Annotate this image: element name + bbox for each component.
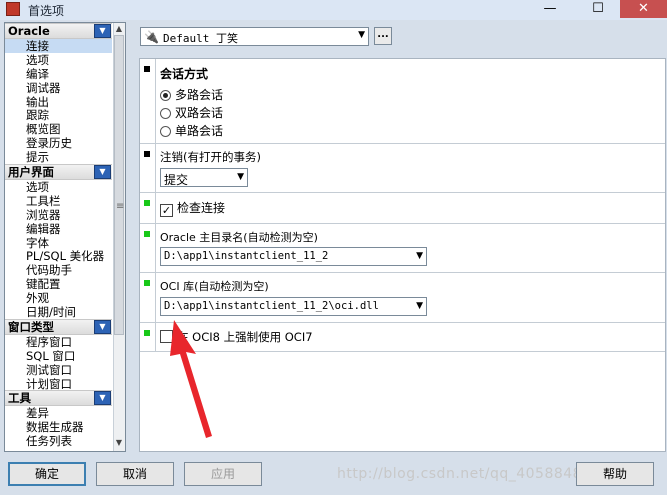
annotation-arrow-icon	[170, 320, 212, 438]
category-list: Oracle ▼ 连接 选项 编译 调试器 输出 跟踪 概览图 登录历史 提示 用户界面 ▼ 选项 工具栏浏…	[5, 23, 112, 448]
nav-item[interactable]: 字体	[5, 236, 112, 250]
chevron-down-icon: ▼	[416, 301, 423, 311]
nav-item[interactable]: 测试窗口	[5, 363, 112, 377]
radio-icon	[160, 108, 171, 119]
chevron-down-icon[interactable]: ▼	[94, 165, 111, 180]
category-nav: Oracle ▼ 连接 选项 编译 调试器 输出 跟踪 概览图 登录历史 提示 用户界面 ▼ 选项 工具栏浏…	[4, 22, 126, 452]
nav-item[interactable]: 输出	[5, 95, 112, 109]
chevron-down-icon[interactable]: ▼	[94, 24, 111, 38]
nav-item[interactable]: 选项	[5, 53, 112, 67]
nav-group-header[interactable]: Oracle ▼	[5, 23, 112, 39]
section-divider	[155, 193, 156, 223]
nav-item[interactable]: 数据生成器	[5, 420, 112, 434]
chevron-down-icon: ▼	[237, 172, 244, 182]
nav-item[interactable]: 概览图	[5, 122, 112, 136]
radio-single-session[interactable]: 单路会话	[160, 123, 223, 139]
title-bar: 首选项 — ☐ ✕	[0, 0, 667, 20]
nav-item[interactable]: 连接	[5, 39, 112, 53]
logoff-value: 提交	[164, 173, 189, 187]
nav-item[interactable]: 任务列表	[5, 434, 112, 448]
changed-marker-icon	[144, 200, 150, 206]
nav-item[interactable]: 差异	[5, 406, 112, 421]
section-divider	[155, 323, 156, 351]
radio-dual-session[interactable]: 双路会话	[160, 105, 223, 121]
nav-item[interactable]: 键配置	[5, 277, 112, 291]
session-mode-section: 会话方式 多路会话 双路会话 单路会话	[140, 59, 665, 144]
nav-group-label: Oracle	[8, 24, 50, 38]
nav-item[interactable]: 日期/时间	[5, 305, 112, 319]
connection-select[interactable]: 🔌 Default 丁笑 ▼	[140, 27, 369, 46]
oracle-home-section: Oracle 主目录名(自动检测为空) D:\app1\instantclien…	[140, 224, 665, 273]
logoff-select[interactable]: 提交 ▼	[160, 168, 248, 187]
ok-button[interactable]: 确定	[8, 462, 86, 486]
nav-item[interactable]: 外观	[5, 291, 112, 305]
scroll-down-icon[interactable]: ▼	[113, 437, 125, 449]
minimize-button[interactable]: —	[528, 0, 572, 18]
section-divider	[155, 273, 156, 322]
radio-icon	[160, 126, 171, 137]
logoff-section: 注销(有打开的事务) 提交 ▼	[140, 144, 665, 193]
maximize-button[interactable]: ☐	[576, 0, 620, 18]
close-button[interactable]: ✕	[620, 0, 667, 18]
nav-group-header[interactable]: 工具 ▼	[5, 390, 112, 407]
nav-item[interactable]: 编辑器	[5, 222, 112, 236]
cancel-button[interactable]: 取消	[96, 462, 174, 486]
radio-multi-session[interactable]: 多路会话	[160, 87, 223, 103]
nav-group-label: 窗口类型	[8, 319, 54, 334]
oracle-home-select[interactable]: D:\app1\instantclient_11_2 ▼	[160, 247, 427, 266]
nav-item[interactable]: PL/SQL 美化器	[5, 249, 112, 264]
nav-group-label: 用户界面	[8, 165, 54, 180]
app-icon	[6, 2, 20, 16]
nav-item[interactable]: 编译	[5, 67, 112, 81]
help-button[interactable]: 帮助	[576, 462, 654, 486]
section-divider	[155, 144, 156, 192]
oracle-home-value: D:\app1\instantclient_11_2	[164, 250, 329, 262]
database-connect-icon: 🔌	[144, 30, 159, 44]
nav-item[interactable]: 提示	[5, 150, 112, 164]
check-connection-checkbox[interactable]: ✓ 检查连接	[160, 200, 225, 217]
oci-library-section: OCI 库(自动检测为空) D:\app1\instantclient_11_2…	[140, 273, 665, 323]
nav-item[interactable]: 浏览器	[5, 208, 112, 222]
radio-selected-icon	[160, 90, 171, 101]
nav-item[interactable]: 选项	[5, 180, 112, 194]
nav-item[interactable]: 工具栏	[5, 194, 112, 208]
chevron-down-icon: ▼	[358, 30, 365, 40]
section-divider	[155, 59, 156, 143]
connection-value: Default 丁笑	[163, 32, 238, 45]
check-connection-section: ✓ 检查连接	[140, 193, 665, 224]
watermark: http://blog.csdn.net/qq_40588486	[337, 466, 592, 482]
changed-marker-icon	[144, 231, 150, 237]
changed-marker-icon	[144, 330, 150, 336]
nav-item[interactable]: 代码助手	[5, 263, 112, 277]
oci-library-select[interactable]: D:\app1\instantclient_11_2\oci.dll ▼	[160, 297, 427, 316]
nav-item[interactable]: 登录历史	[5, 136, 112, 150]
session-mode-title: 会话方式	[160, 67, 209, 81]
connection-more-button[interactable]: ...	[374, 27, 392, 45]
logoff-label: 注销(有打开的事务)	[160, 150, 261, 164]
default-marker-icon	[144, 151, 150, 157]
default-marker-icon	[144, 66, 150, 72]
nav-group-header[interactable]: 用户界面 ▼	[5, 164, 112, 181]
changed-marker-icon	[144, 280, 150, 286]
chevron-down-icon[interactable]: ▼	[94, 319, 111, 334]
oci-library-label: OCI 库(自动检测为空)	[160, 280, 269, 293]
nav-item[interactable]: 计划窗口	[5, 377, 112, 391]
scroll-thumb[interactable]	[114, 35, 124, 335]
nav-group-label: 工具	[8, 391, 31, 406]
scroll-up-icon[interactable]: ▲	[113, 23, 125, 35]
checkmark-icon: ✓	[160, 204, 173, 217]
nav-group-header[interactable]: 窗口类型 ▼	[5, 318, 112, 335]
nav-item[interactable]: SQL 窗口	[5, 349, 112, 363]
splitter-grip-icon[interactable]: ≡	[116, 201, 124, 212]
window-title: 首选项	[28, 4, 65, 18]
nav-item[interactable]: 程序窗口	[5, 335, 112, 349]
section-divider	[155, 224, 156, 272]
chevron-down-icon: ▼	[416, 251, 423, 261]
apply-button[interactable]: 应用	[184, 462, 262, 486]
oci-library-value: D:\app1\instantclient_11_2\oci.dll	[164, 300, 379, 312]
nav-item[interactable]: 跟踪	[5, 108, 112, 123]
nav-item[interactable]: 调试器	[5, 81, 112, 95]
chevron-down-icon[interactable]: ▼	[94, 391, 111, 406]
oracle-home-label: Oracle 主目录名(自动检测为空)	[160, 231, 318, 244]
